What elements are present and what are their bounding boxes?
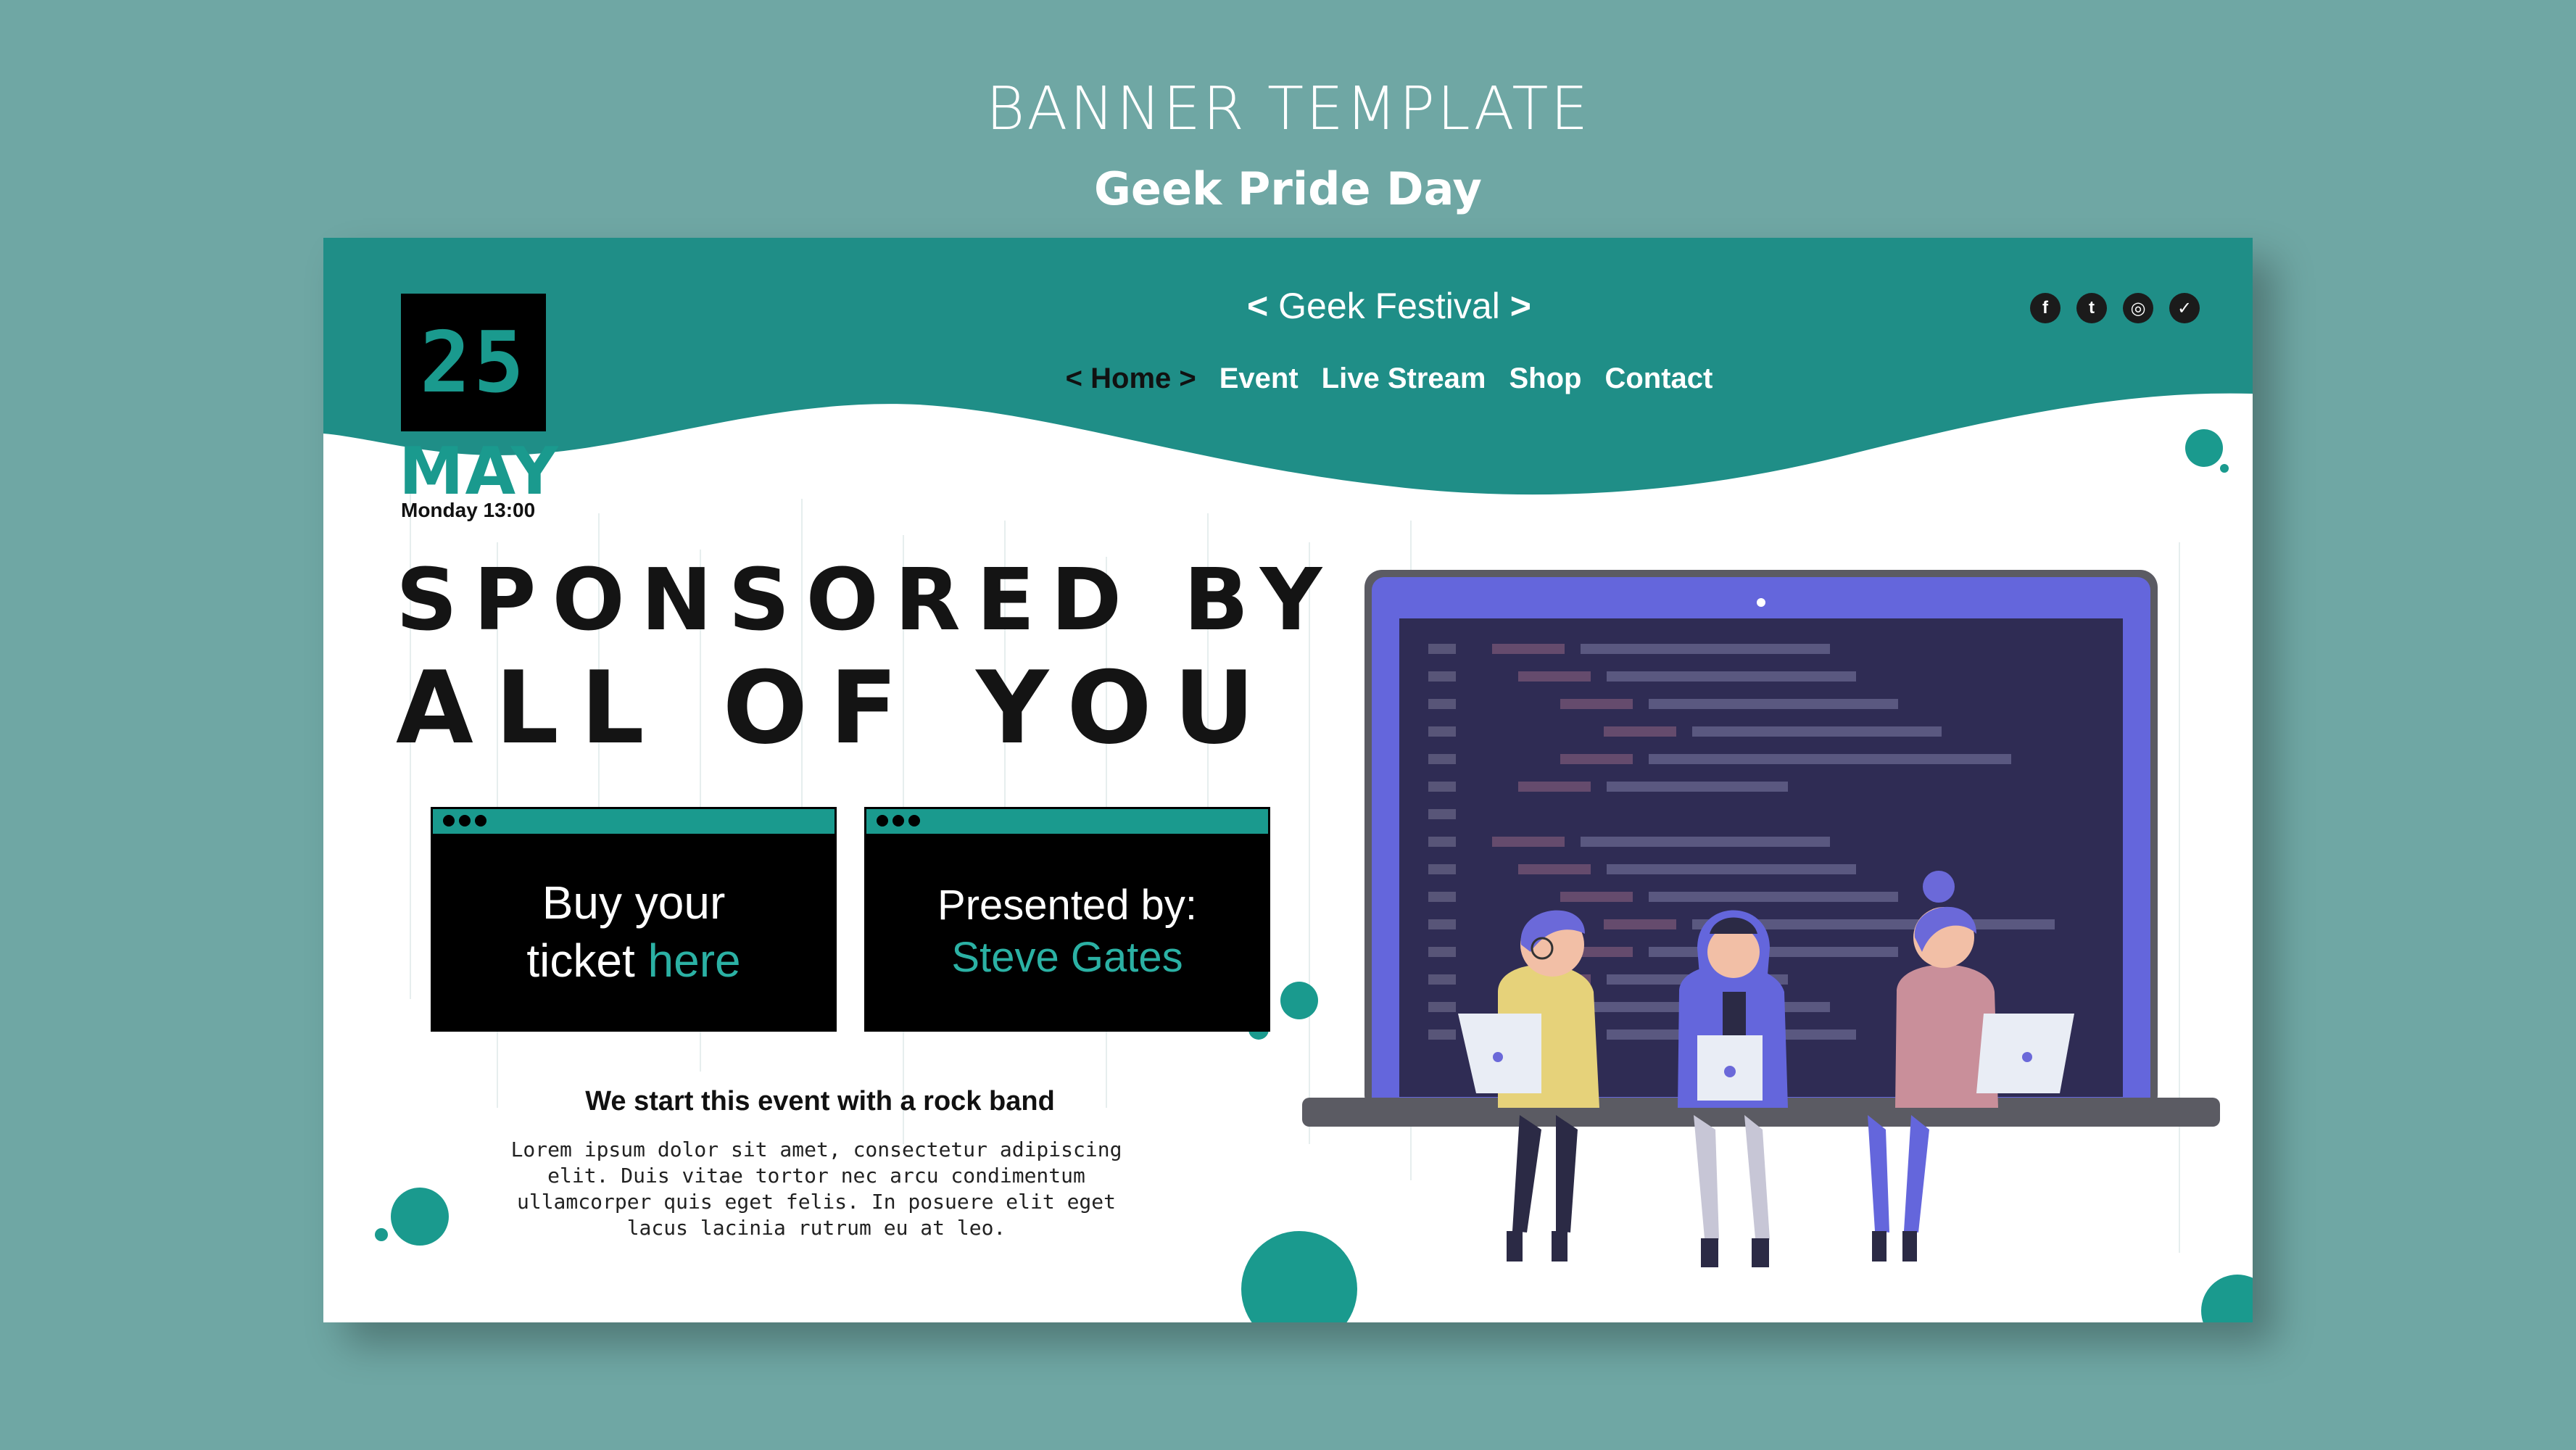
banner: 25 MAY Monday 13:00 < Geek Festival > < … — [323, 238, 2253, 1322]
coders-illustration — [1302, 570, 2220, 1267]
webcam-icon — [1757, 598, 1765, 607]
page-heading: BANNER TEMPLATE Geek Pride Day — [0, 80, 2576, 212]
page-title: BANNER TEMPLATE — [985, 75, 1591, 144]
page-subtitle: Geek Pride Day — [1094, 162, 1482, 215]
